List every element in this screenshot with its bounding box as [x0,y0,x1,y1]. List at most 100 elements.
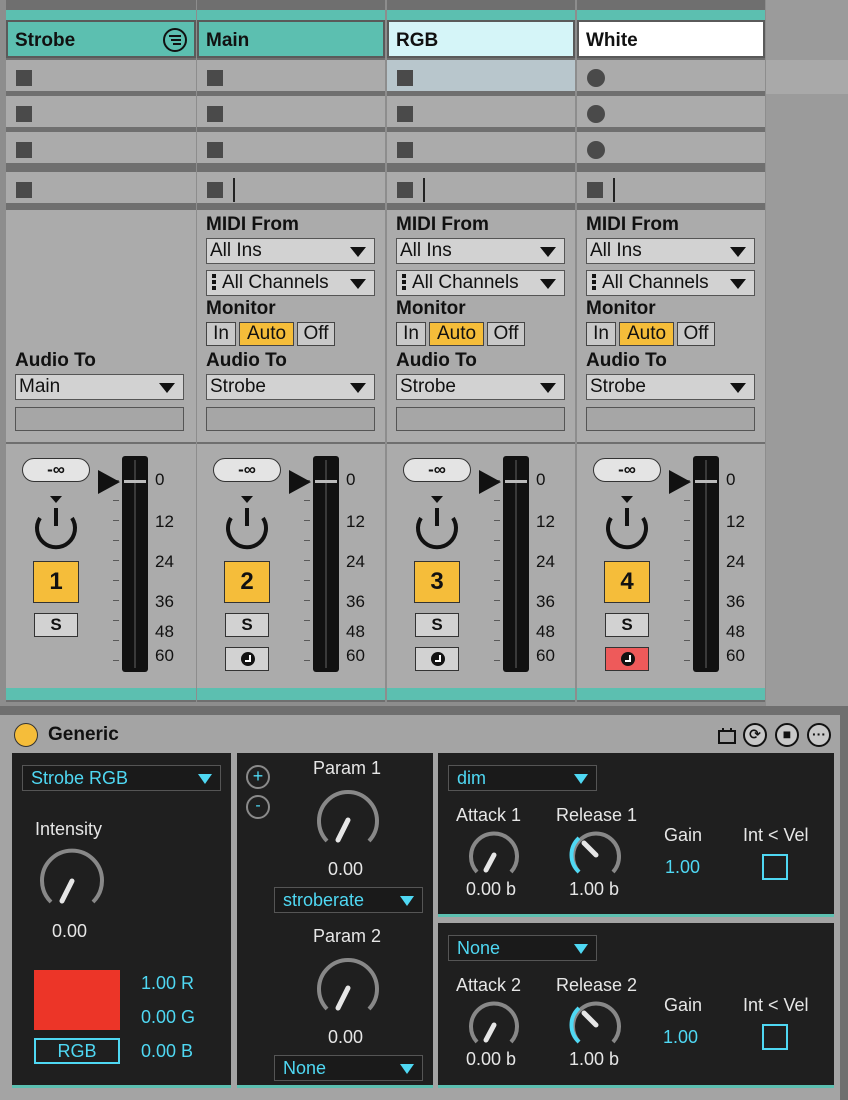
audio-to-channel-select[interactable] [15,407,184,431]
midi-from-select[interactable]: All Ins [586,238,755,264]
clip-slot[interactable] [577,96,765,130]
more-options-icon[interactable]: ··· [807,723,831,747]
monitor-in-button[interactable]: In [586,322,616,346]
remove-param-button[interactable]: - [246,795,270,819]
clip-dot-icon[interactable] [587,141,605,159]
clip-slot[interactable] [387,96,575,130]
save-icon[interactable]: ■ [775,723,799,747]
midi-from-select[interactable]: All Ins [396,238,565,264]
volume-readout[interactable]: -∞ [593,458,661,482]
fader-cap[interactable] [695,480,717,483]
volume-readout[interactable]: -∞ [403,458,471,482]
solo-button[interactable]: S [225,613,269,637]
track-activator-button[interactable]: 1 [33,561,79,603]
intensity-knob[interactable] [34,843,110,919]
stop-icon[interactable] [16,70,32,86]
solo-button[interactable]: S [34,613,78,637]
stop-icon[interactable] [397,142,413,158]
track-activator-button[interactable]: 2 [224,561,270,603]
param2-target-select[interactable]: None [274,1055,423,1081]
clip-slot[interactable] [197,96,385,130]
monitor-in-button[interactable]: In [396,322,426,346]
pan-knob[interactable] [407,494,467,554]
volume-readout[interactable]: -∞ [213,458,281,482]
add-param-button[interactable]: + [246,765,270,789]
stop-icon[interactable] [587,182,603,198]
volume-readout[interactable]: -∞ [22,458,90,482]
track-stop-slot[interactable] [387,172,575,206]
track-title[interactable]: White [577,20,765,58]
track-title[interactable]: Main [197,20,385,58]
arm-button[interactable] [605,647,649,671]
fader-cap[interactable] [124,480,146,483]
stop-icon[interactable] [207,70,223,86]
volume-fader[interactable] [693,456,719,672]
param1-knob[interactable] [311,783,385,857]
track-stop-slot[interactable] [577,172,765,206]
clip-slot[interactable] [6,60,196,94]
track-title[interactable]: Strobe [6,20,196,58]
refresh-icon[interactable]: ⟳ [743,723,767,747]
group-fold-icon[interactable] [162,27,188,53]
monitor-in-button[interactable]: In [206,322,236,346]
rgb-button[interactable]: RGB [34,1038,120,1064]
solo-button[interactable]: S [415,613,459,637]
volume-fader[interactable] [503,456,529,672]
monitor-off-button[interactable]: Off [487,322,525,346]
clip-slot[interactable] [577,132,765,166]
audio-to-select[interactable]: Strobe [206,374,375,400]
audio-to-channel-select[interactable] [206,407,375,431]
fader-cap[interactable] [315,480,337,483]
blue-value[interactable]: 0.00 B [141,1041,193,1062]
clip-slot[interactable] [197,60,385,94]
stop-icon[interactable] [16,142,32,158]
audio-to-select[interactable]: Main [15,374,184,400]
track-activator-button[interactable]: 3 [414,561,460,603]
stop-icon[interactable] [207,106,223,122]
pan-knob[interactable] [26,494,86,554]
volume-fader[interactable] [313,456,339,672]
red-value[interactable]: 1.00 R [141,973,194,994]
int-vel2-checkbox[interactable] [762,1024,788,1050]
clip-slot[interactable] [387,132,575,166]
clip-slot[interactable] [6,96,196,130]
param1-target-select[interactable]: stroberate [274,887,423,913]
monitor-auto-button[interactable]: Auto [429,322,484,346]
midi-channel-select[interactable]: All Channels [206,270,375,296]
attack1-knob[interactable] [466,827,522,883]
fader-cap[interactable] [505,480,527,483]
track-activator-button[interactable]: 4 [604,561,650,603]
midi-map-icon[interactable] [717,726,737,746]
track-title[interactable]: RGB [387,20,575,58]
clip-dot-icon[interactable] [587,69,605,87]
stop-icon[interactable] [207,142,223,158]
track-stop-slot[interactable] [197,172,385,206]
midi-from-select[interactable]: All Ins [206,238,375,264]
monitor-off-button[interactable]: Off [677,322,715,346]
green-value[interactable]: 0.00 G [141,1007,195,1028]
volume-fader[interactable] [122,456,148,672]
audio-to-select[interactable]: Strobe [586,374,755,400]
midi-channel-select[interactable]: All Channels [586,270,755,296]
param2-knob[interactable] [311,951,385,1025]
clip-slot[interactable] [6,132,196,166]
clip-dot-icon[interactable] [587,105,605,123]
env2-target-select[interactable]: None [448,935,597,961]
clip-slot[interactable] [387,60,575,94]
stop-icon[interactable] [16,182,32,198]
arm-button[interactable] [415,647,459,671]
gain2-value[interactable]: 1.00 [663,1027,698,1048]
audio-to-select[interactable]: Strobe [396,374,565,400]
audio-to-channel-select[interactable] [396,407,565,431]
audio-to-channel-select[interactable] [586,407,755,431]
release2-knob[interactable] [568,997,624,1053]
gain1-value[interactable]: 1.00 [665,857,700,878]
midi-channel-select[interactable]: All Channels [396,270,565,296]
preset-select[interactable]: Strobe RGB [22,765,221,791]
release1-knob[interactable] [568,827,624,883]
device-power-button[interactable] [14,723,38,747]
stop-icon[interactable] [397,106,413,122]
clip-slot[interactable] [577,60,765,94]
stop-icon[interactable] [207,182,223,198]
stop-icon[interactable] [397,70,413,86]
